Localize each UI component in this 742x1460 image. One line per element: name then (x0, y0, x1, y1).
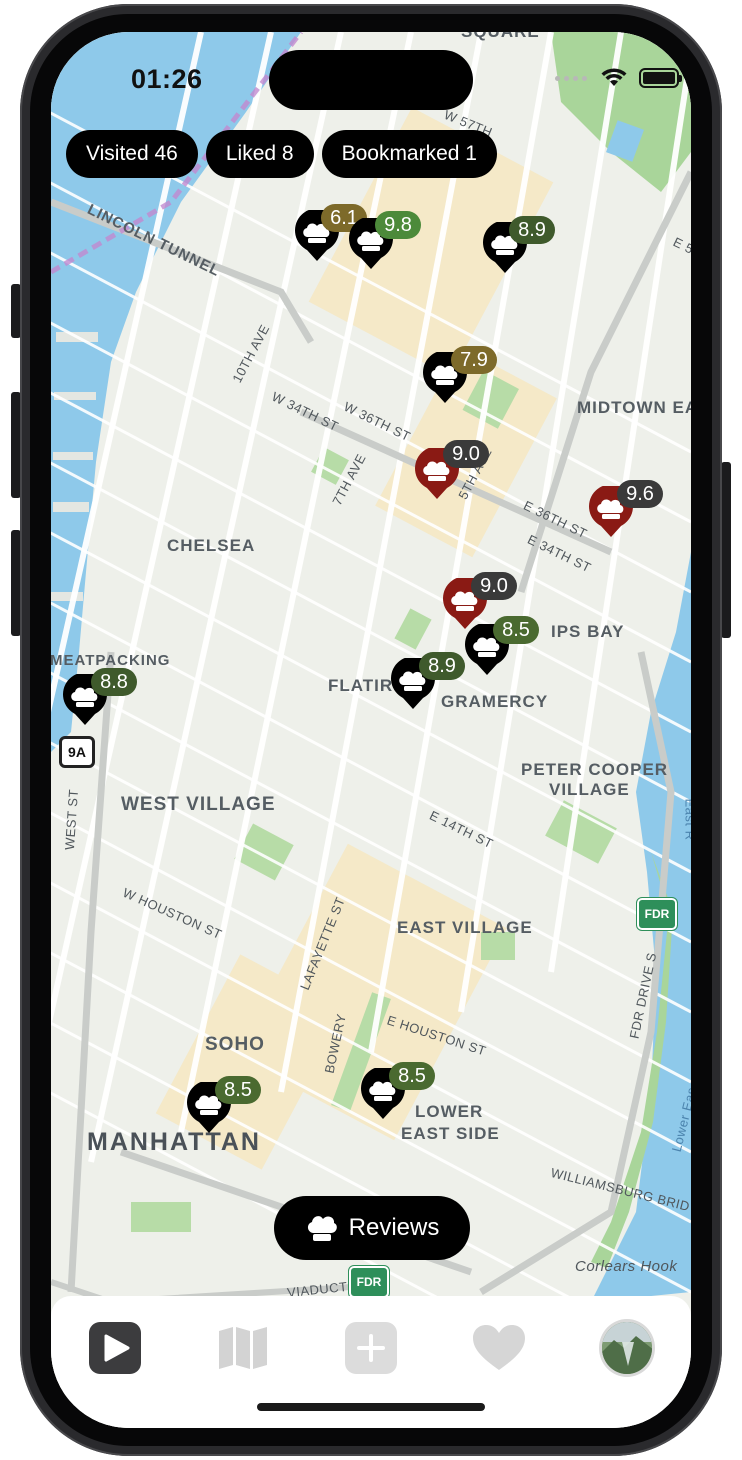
rating-badge: 8.9 (509, 216, 555, 244)
tab-feed[interactable] (87, 1320, 143, 1376)
route-shield-9a: 9A (59, 736, 95, 768)
filter-chips: Visited 46 Liked 8 Bookmarked 1 (66, 130, 497, 178)
tab-add[interactable] (343, 1320, 399, 1376)
route-shield-fdr: FDR (348, 1265, 390, 1299)
rating-badge: 8.8 (91, 668, 137, 696)
map-label: SQUARE (461, 32, 540, 42)
map-label: WEST VILLAGE (121, 794, 276, 815)
map-label: IPS BAY (551, 622, 625, 641)
route-shield-fdr: FDR (636, 897, 678, 931)
rating-badge: 9.8 (375, 211, 421, 239)
heart-icon (473, 1325, 525, 1370)
tab-liked[interactable] (471, 1320, 527, 1376)
rating-badge: 9.0 (471, 572, 517, 600)
map-label: MIDTOWN EA (577, 398, 691, 417)
map-label: Corlears Hook (575, 1258, 678, 1275)
map-label: VILLAGE (549, 780, 630, 799)
rating-badge: 9.6 (617, 480, 663, 508)
avatar (599, 1319, 655, 1377)
chef-hat-icon (307, 1216, 337, 1241)
map-label: EAST VILLAGE (397, 918, 533, 937)
home-indicator (257, 1403, 485, 1411)
map-label: SOHO (205, 1034, 265, 1055)
rating-badge: 8.5 (389, 1062, 435, 1090)
map-label: MEATPACKING (51, 652, 171, 669)
rating-badge: 8.5 (215, 1076, 261, 1104)
signal-dots-icon (555, 75, 587, 81)
map-icon (219, 1327, 267, 1369)
screen: SQUARE W 57TH LINCOLN TUNNEL 10TH AVE W … (51, 32, 691, 1428)
wifi-icon (601, 68, 627, 86)
route-shield-label: 9A (68, 744, 86, 760)
map-label: PETER COOPER (521, 760, 669, 779)
map-label: East R (682, 798, 691, 840)
map-label: EAST SIDE (401, 1124, 500, 1143)
screenshot: SQUARE W 57TH LINCOLN TUNNEL 10TH AVE W … (0, 0, 742, 1460)
status-icons (555, 68, 682, 88)
rating-badge: 8.5 (493, 616, 539, 644)
play-icon (89, 1322, 141, 1374)
filter-liked-chip[interactable]: Liked 8 (205, 130, 314, 178)
reviews-button[interactable]: Reviews (274, 1196, 470, 1260)
tab-map[interactable] (215, 1320, 271, 1376)
map-label: LOWER (415, 1102, 484, 1121)
battery-icon (639, 68, 682, 88)
rating-badge: 8.9 (419, 652, 465, 680)
map-label: MANHATTAN (87, 1128, 261, 1156)
dynamic-island (269, 50, 473, 110)
filter-bookmarked-chip[interactable]: Bookmarked 1 (321, 130, 497, 178)
rating-badge: 7.9 (451, 346, 497, 374)
power-button (721, 462, 731, 638)
plus-icon (345, 1322, 397, 1374)
reviews-button-label: Reviews (348, 1214, 440, 1241)
status-time: 01:26 (131, 64, 203, 94)
tab-profile[interactable] (599, 1319, 655, 1377)
filter-visited-chip[interactable]: Visited 46 (66, 130, 198, 178)
map-label: CHELSEA (167, 536, 256, 555)
rating-badge: 9.0 (443, 440, 489, 468)
route-shield-label: FDR (356, 1275, 382, 1289)
map-label: GRAMERCY (441, 692, 549, 711)
route-shield-label: FDR (644, 907, 670, 921)
